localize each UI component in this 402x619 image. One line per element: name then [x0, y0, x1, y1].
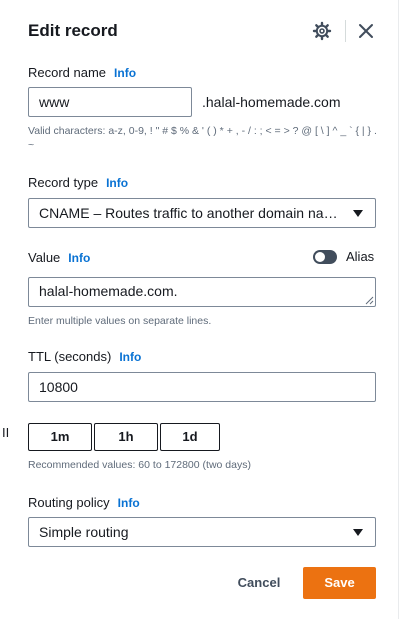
record-name-input[interactable]: [28, 87, 192, 117]
save-button[interactable]: Save: [303, 567, 376, 599]
ttl-1m-button[interactable]: 1m: [28, 423, 92, 451]
record-type-info-link[interactable]: Info: [106, 176, 128, 190]
ttl-1d-button[interactable]: 1d: [160, 423, 220, 451]
alias-label: Alias: [346, 249, 375, 264]
value-hint: Enter multiple values on separate lines.: [28, 315, 212, 327]
panel-edge: [398, 0, 399, 619]
gear-icon[interactable]: [312, 21, 332, 41]
header-divider: [345, 20, 346, 42]
routing-policy-label: Routing policy Info: [28, 495, 140, 510]
routing-policy-selected: Simple routing: [39, 524, 129, 540]
record-type-select[interactable]: CNAME – Routes traffic to another domain…: [28, 198, 376, 228]
routing-policy-info-link[interactable]: Info: [118, 496, 140, 510]
edit-record-panel: Edit record Record nameInfo .halal-home: [0, 0, 398, 619]
toggle-knob: [315, 252, 325, 262]
record-name-label: Record name Info: [28, 65, 137, 80]
record-name-hint: Valid characters: a-z, 0-9, ! " # $ % & …: [28, 125, 377, 151]
ttl-label: TTL (seconds) Info: [28, 349, 142, 364]
domain-suffix: .halal-homemade.com: [202, 94, 341, 110]
value-label: Value Info: [28, 250, 91, 265]
record-type-label: Record type Info: [28, 175, 129, 190]
toggle-track[interactable]: [313, 250, 337, 264]
ttl-info-link[interactable]: Info: [119, 350, 141, 364]
cancel-button[interactable]: Cancel: [226, 570, 292, 596]
value-info-link[interactable]: Info: [68, 251, 90, 265]
resize-grip-icon[interactable]: [364, 295, 374, 305]
panel-title: Edit record: [28, 21, 118, 40]
ttl-input[interactable]: [28, 372, 376, 402]
ttl-hint: Recommended values: 60 to 172800 (two da…: [28, 459, 251, 471]
value-textarea[interactable]: halal-homemade.com.: [28, 277, 376, 307]
record-name-info-link[interactable]: Info: [114, 66, 136, 80]
caret-down-icon: [353, 529, 363, 536]
record-type-selected: CNAME – Routes traffic to another domain…: [39, 205, 375, 221]
routing-policy-select[interactable]: Simple routing: [28, 517, 376, 547]
ttl-1h-button[interactable]: 1h: [94, 423, 158, 451]
left-edge-marker: II: [2, 425, 10, 440]
close-icon[interactable]: [356, 21, 376, 41]
caret-down-icon: [353, 210, 363, 217]
panel-header: Edit record: [28, 20, 376, 44]
